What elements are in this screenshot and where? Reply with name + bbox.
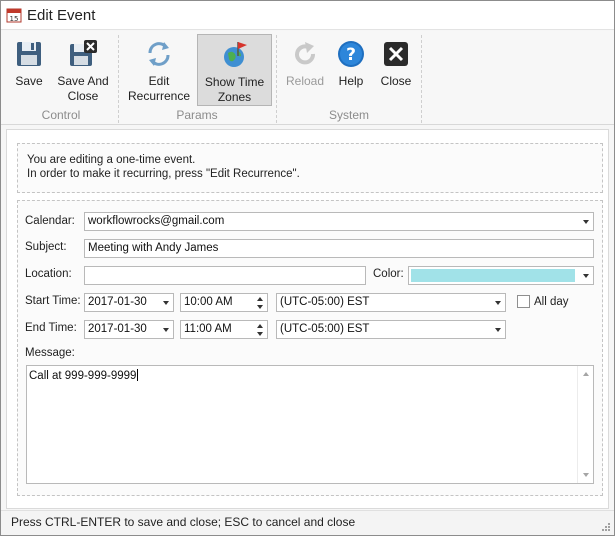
help-icon: ? [338, 41, 364, 67]
all-day-label: All day [534, 296, 569, 308]
calendar-label: Calendar: [25, 215, 75, 227]
ribbon-group-params-label: Params [176, 108, 218, 122]
status-bar: Press CTRL-ENTER to save and close; ESC … [1, 510, 614, 535]
color-swatch [411, 269, 575, 282]
recurrence-arrows-icon [148, 42, 170, 66]
color-label: Color: [373, 268, 404, 280]
message-label: Message: [25, 347, 75, 359]
start-time-spinner[interactable]: 10:00 AM [180, 293, 268, 312]
message-scrollbar[interactable] [577, 366, 593, 483]
all-day-checkbox[interactable] [517, 295, 530, 308]
event-details-group: Calendar: workflowrocks@gmail.com Subjec… [17, 200, 603, 496]
svg-text:?: ? [346, 45, 356, 65]
svg-text:15: 15 [10, 15, 19, 23]
reload-icon [295, 42, 315, 65]
info-line-1: You are editing a one-time event. [27, 154, 196, 166]
color-picker[interactable] [408, 266, 594, 285]
spinner-arrows-icon [257, 324, 263, 336]
calendar-icon: 15 [6, 8, 22, 23]
ribbon-group-control-label: Control [41, 108, 81, 122]
save-and-close-button[interactable]: Save And Close [53, 34, 113, 106]
status-text: Press CTRL-ENTER to save and close; ESC … [11, 515, 356, 529]
chevron-down-icon [495, 301, 501, 305]
floppy-disk-close-icon [70, 40, 97, 66]
message-textarea[interactable]: Call at 999-999-9999 [26, 365, 594, 484]
end-time-spinner[interactable]: 11:00 AM [180, 320, 268, 339]
save-button[interactable]: Save [8, 34, 50, 106]
location-input[interactable] [84, 266, 366, 285]
globe-flag-icon [223, 42, 247, 67]
chevron-down-icon [583, 274, 589, 278]
ribbon-group-separator [421, 35, 422, 123]
edit-event-window: 15 Edit Event Save Save And Close Edit R… [0, 0, 615, 536]
resize-grip-icon[interactable] [601, 522, 611, 532]
scroll-down-arrow-icon[interactable] [583, 473, 589, 477]
edit-recurrence-button[interactable]: Edit Recurrence [125, 34, 193, 106]
subject-label: Subject: [25, 241, 67, 253]
show-time-zones-button[interactable]: Show Time Zones [197, 34, 272, 106]
ribbon-group-system-label: System [328, 108, 369, 122]
calendar-select[interactable]: workflowrocks@gmail.com [84, 212, 594, 231]
start-date-picker[interactable]: 2017-01-30 [84, 293, 174, 312]
event-form-panel: You are editing a one-time event. In ord… [6, 129, 609, 509]
end-timezone-select[interactable]: (UTC-05:00) EST [276, 320, 506, 339]
text-caret [137, 369, 139, 381]
spinner-arrows-icon [257, 297, 263, 309]
close-icon [384, 42, 408, 66]
ribbon-group-separator [118, 35, 119, 123]
ribbon-toolbar: Save Save And Close Edit Recurrence Show… [1, 31, 614, 125]
info-line-2: In order to make it recurring, press "Ed… [27, 168, 300, 180]
start-time-label: Start Time: [25, 295, 81, 307]
location-label: Location: [25, 268, 72, 280]
chevron-down-icon [495, 328, 501, 332]
info-message-box: You are editing a one-time event. In ord… [17, 143, 603, 193]
chevron-down-icon [163, 301, 169, 305]
start-timezone-select[interactable]: (UTC-05:00) EST [276, 293, 506, 312]
help-button[interactable]: ? Help [331, 34, 371, 106]
ribbon-group-separator [276, 35, 277, 123]
title-bar: 15 Edit Event [1, 1, 614, 30]
subject-input[interactable]: Meeting with Andy James [84, 239, 594, 258]
end-date-picker[interactable]: 2017-01-30 [84, 320, 174, 339]
scroll-up-arrow-icon[interactable] [583, 372, 589, 376]
end-time-label: End Time: [25, 322, 77, 334]
reload-button[interactable]: Reload [283, 34, 327, 106]
close-button[interactable]: Close [375, 34, 417, 106]
window-title: Edit Event [27, 7, 96, 24]
chevron-down-icon [583, 220, 589, 224]
floppy-disk-icon [17, 42, 41, 66]
chevron-down-icon [163, 328, 169, 332]
